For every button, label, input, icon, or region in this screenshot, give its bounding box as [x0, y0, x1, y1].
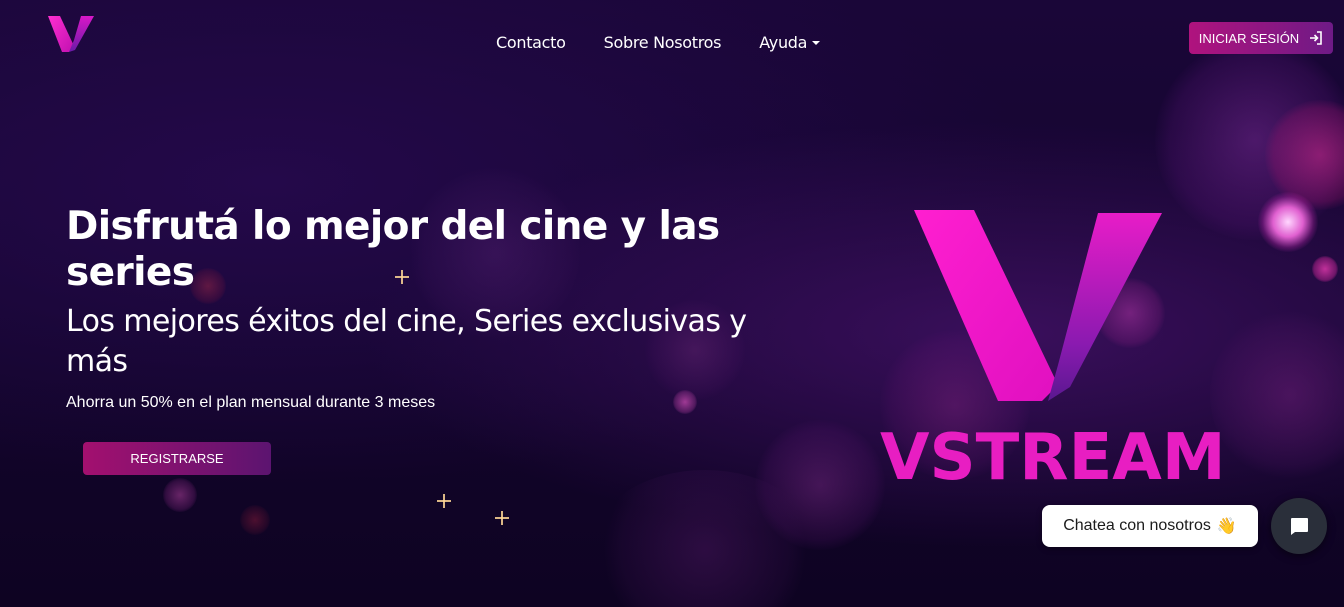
- hero-section: Disfrutá lo mejor del cine y las series …: [66, 204, 806, 412]
- login-button-label: INICIAR SESIÓN: [1198, 30, 1300, 46]
- vstream-large-logo-icon: [914, 210, 1162, 401]
- chat-prompt-label: Chatea con nosotros: [1063, 517, 1211, 534]
- brand-wordmark: VSTREAM: [880, 421, 1226, 495]
- hero-promo-text: Ahorra un 50% en el plan mensual durante…: [66, 394, 436, 411]
- brand-logo: VSTREAM: [880, 205, 1226, 495]
- waving-hand-icon: 👋: [1216, 518, 1237, 535]
- hero-subtitle: Los mejores éxitos del cine, Series excl…: [66, 304, 747, 379]
- main-nav: Contacto Sobre Nosotros Ayuda: [496, 33, 821, 52]
- login-button[interactable]: INICIAR SESIÓN: [1189, 22, 1333, 54]
- chat-prompt-bubble[interactable]: Chatea con nosotros 👋: [1042, 505, 1258, 547]
- nav-link-contacto[interactable]: Contacto: [496, 33, 566, 52]
- sign-in-icon: [1310, 31, 1323, 45]
- register-button-label: REGISTRARSE: [130, 451, 224, 466]
- chat-icon: [1291, 518, 1308, 535]
- nav-dropdown-label: Ayuda: [759, 33, 808, 52]
- vstream-logo-icon[interactable]: [47, 14, 95, 54]
- hero-title: Disfrutá lo mejor del cine y las series: [66, 204, 720, 295]
- register-button[interactable]: REGISTRARSE: [83, 442, 271, 475]
- nav-link-sobre-nosotros[interactable]: Sobre Nosotros: [604, 33, 722, 52]
- caret-down-icon: [812, 40, 821, 45]
- nav-dropdown-ayuda[interactable]: Ayuda: [759, 33, 821, 52]
- chat-open-button[interactable]: [1271, 498, 1327, 554]
